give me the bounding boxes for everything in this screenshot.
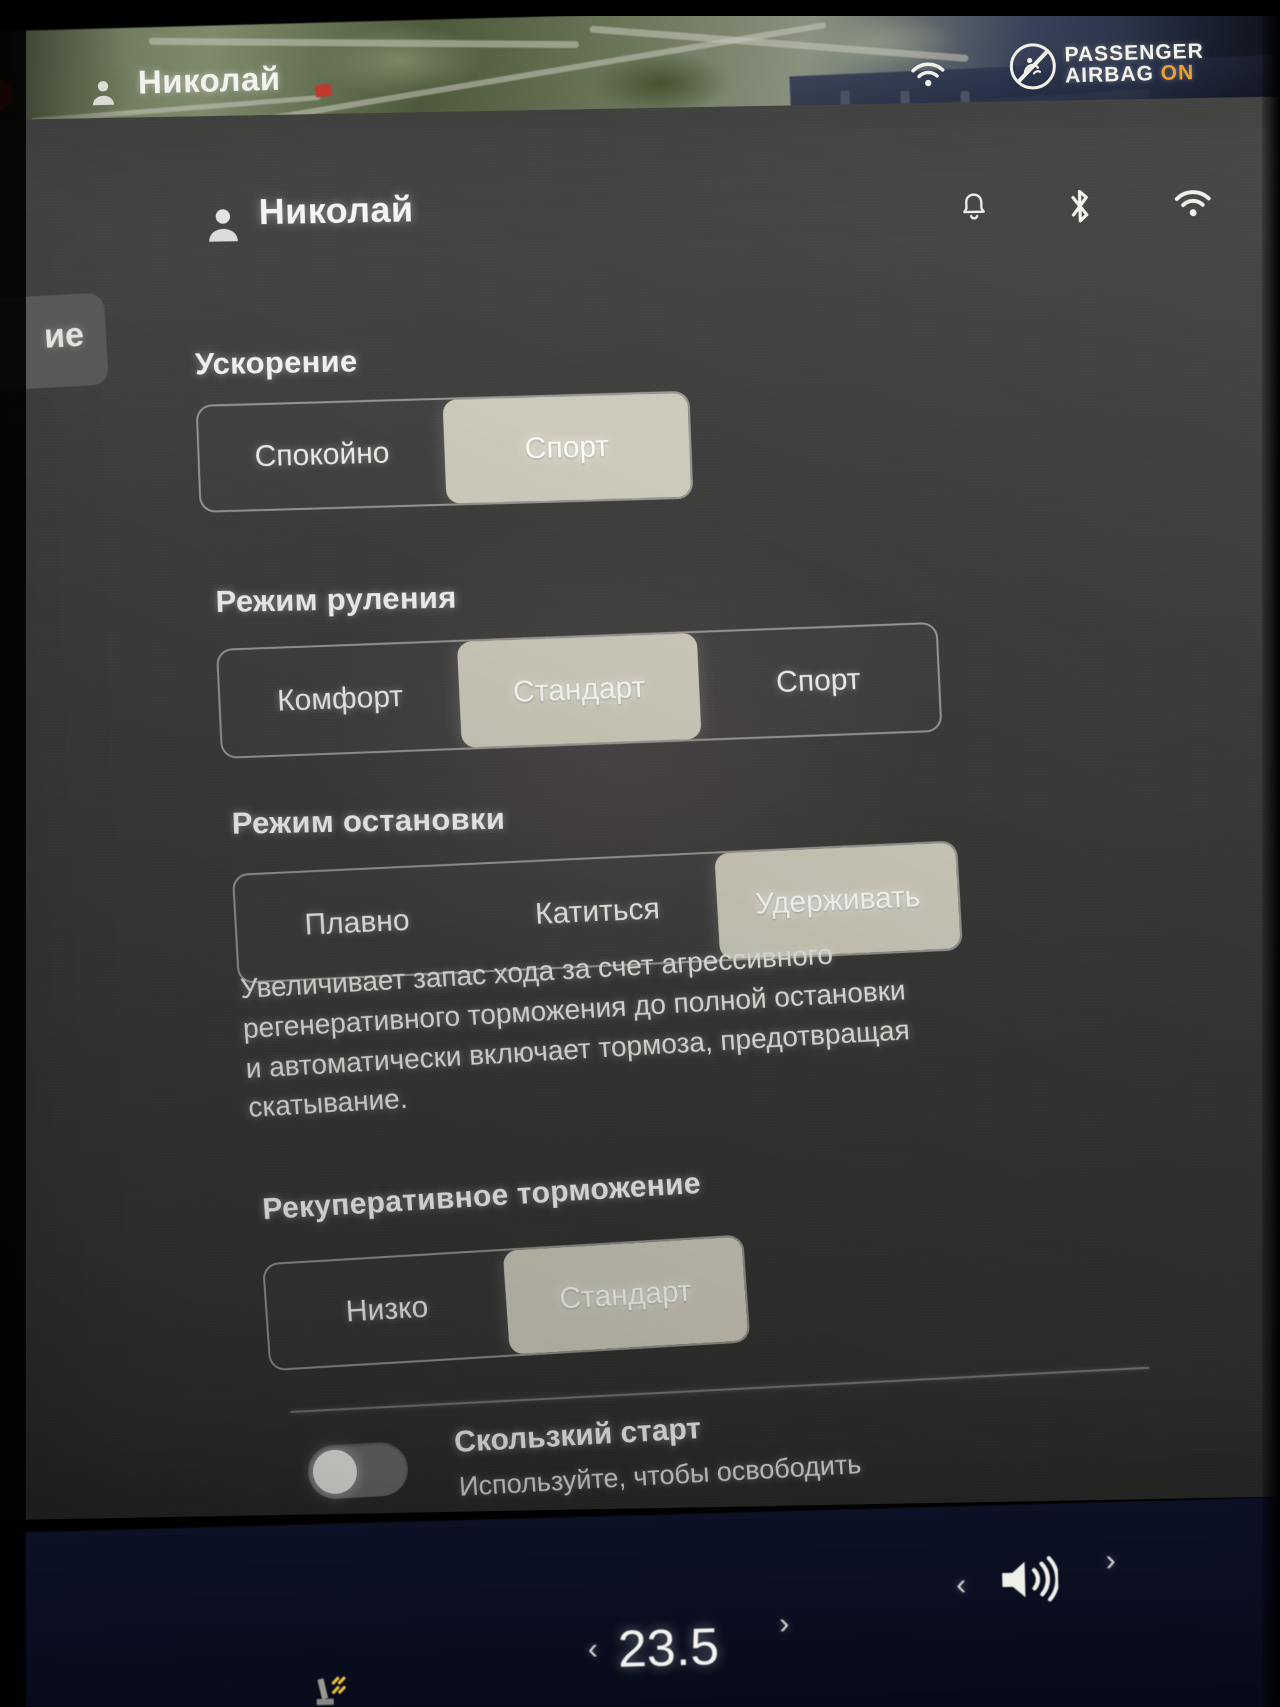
- slip-start-toggle[interactable]: [306, 1440, 410, 1501]
- section-label: Рекуперативное торможение: [261, 1166, 702, 1227]
- airbag-line-2: AIRBAG: [1064, 62, 1155, 88]
- section-label: Режим остановки: [231, 800, 506, 841]
- steering-option-sport[interactable]: Спорт: [696, 624, 940, 739]
- photographed-screen: Николай PASSENGER AIRBAG ON Николай ие У…: [0, 0, 1280, 1707]
- settings-screen: Николай ие Ускорение Спокойно Спорт Режи…: [0, 95, 1280, 1521]
- bell-icon[interactable]: [958, 191, 989, 231]
- bottom-control-bar: ‹ 23.5 › ‹ ›: [0, 1495, 1280, 1707]
- airbag-line-2-wrap: AIRBAG ON: [1064, 61, 1205, 88]
- bluetooth-icon[interactable]: [1064, 186, 1095, 232]
- steering-option-standard[interactable]: Стандарт: [457, 632, 702, 748]
- regen-option-standard[interactable]: Стандарт: [502, 1236, 749, 1355]
- seat-heater-icon[interactable]: [308, 1673, 355, 1706]
- speaker-icon[interactable]: [995, 1552, 1060, 1613]
- airbag-off-icon: [1009, 42, 1057, 90]
- regen-option-low[interactable]: Низко: [264, 1251, 510, 1369]
- photo-border-top: [0, 0, 1280, 16]
- top-profile-name: Николай: [137, 59, 282, 101]
- passenger-airbag-indicator: PASSENGER AIRBAG ON: [1009, 39, 1204, 90]
- slip-start-row: Скользкий старт Используйте, чтобы освоб…: [306, 1412, 862, 1502]
- temp-increase-chevron[interactable]: ›: [779, 1607, 790, 1641]
- airbag-text-block: PASSENGER AIRBAG ON: [1064, 39, 1205, 88]
- section-divider: [290, 1366, 1150, 1414]
- steering-option-comfort[interactable]: Комфорт: [218, 642, 462, 757]
- section-label: Режим руления: [215, 579, 458, 620]
- volume-decrease-chevron[interactable]: ‹: [956, 1568, 967, 1602]
- slip-start-subtitle: Используйте, чтобы освободить: [458, 1449, 863, 1502]
- photo-border-left: [0, 0, 26, 1707]
- acceleration-option-sport[interactable]: Спорт: [442, 392, 692, 504]
- acceleration-segmented-control[interactable]: Спокойно Спорт: [195, 390, 694, 513]
- profile-avatar-icon: [203, 203, 244, 251]
- wifi-icon[interactable]: [1170, 188, 1215, 226]
- person-icon: [88, 76, 119, 114]
- wifi-icon: [908, 60, 949, 96]
- regen-segmented-control[interactable]: Низко Стандарт: [262, 1234, 751, 1372]
- volume-increase-chevron[interactable]: ›: [1105, 1544, 1116, 1578]
- steering-segmented-control[interactable]: Комфорт Стандарт Спорт: [215, 621, 943, 759]
- section-regenerative-braking: Рекуперативное торможение Низко Стандарт: [261, 1167, 751, 1372]
- header-status-icons: [958, 184, 1215, 234]
- temp-decrease-chevron[interactable]: ‹: [587, 1632, 598, 1666]
- acceleration-option-calm[interactable]: Спокойно: [198, 400, 447, 511]
- slip-start-title: Скользкий старт: [453, 1412, 703, 1459]
- section-steering-mode: Режим руления Комфорт Стандарт Спорт: [215, 571, 943, 759]
- section-label: Ускорение: [194, 343, 358, 382]
- sidebar-tab-label: ие: [42, 315, 86, 356]
- page-title: Николай: [258, 188, 414, 233]
- photo-border-right: [1262, 0, 1280, 1707]
- temperature-value[interactable]: 23.5: [617, 1617, 720, 1680]
- airbag-state: ON: [1160, 61, 1195, 85]
- section-acceleration: Ускорение Спокойно Спорт: [194, 337, 694, 513]
- toggle-knob-icon: [311, 1448, 359, 1496]
